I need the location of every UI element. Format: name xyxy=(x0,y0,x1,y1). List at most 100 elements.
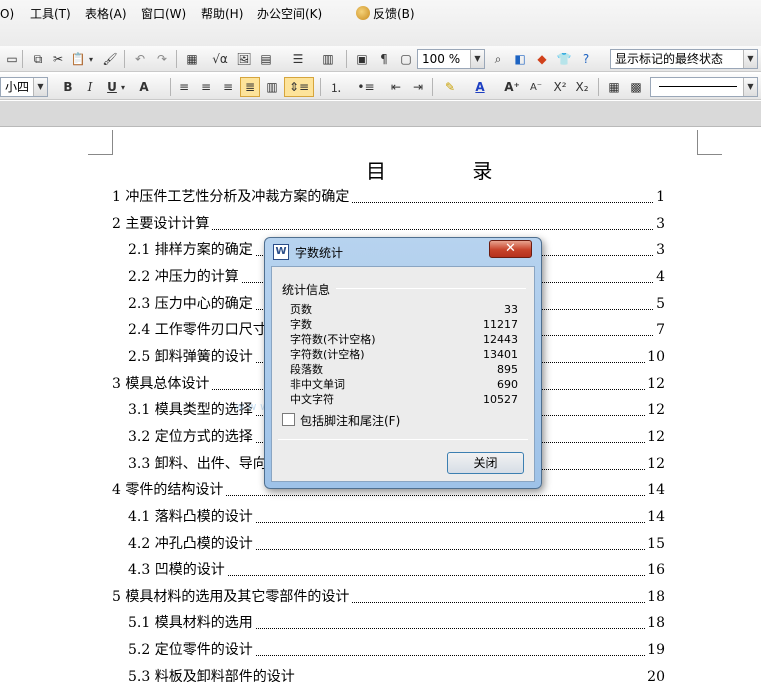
include-footnotes-checkbox[interactable] xyxy=(282,413,295,426)
align-left-icon[interactable]: ≡ xyxy=(174,77,194,97)
insert-picture-icon[interactable]: 🖼 xyxy=(234,49,254,69)
bold-button[interactable]: B xyxy=(58,77,78,97)
toc-page-number: 10 xyxy=(645,346,665,368)
bullet-list-icon[interactable]: •≡ xyxy=(356,77,376,97)
distributed-align-icon[interactable]: ▥ xyxy=(262,77,282,97)
menu-item-label: 工具(T) xyxy=(30,7,71,21)
menu-item[interactable]: 办公空间(K) xyxy=(257,4,322,24)
paste-dropdown-icon[interactable]: ▾ xyxy=(86,49,96,69)
highlight-icon[interactable]: ✎ xyxy=(440,77,460,97)
track-changes-select[interactable]: 显示标记的最终状态 ▼ xyxy=(610,49,758,69)
font-color-icon[interactable]: A xyxy=(470,77,490,97)
columns-icon[interactable]: ☰ xyxy=(288,49,308,69)
toc-entry[interactable]: 5.3 料板及卸料部件的设计 20 xyxy=(0,666,665,682)
toc-entry[interactable]: 1 冲压件工艺性分析及冲裁方案的确定 1 xyxy=(0,186,665,208)
border-style-select[interactable]: ▼ xyxy=(650,77,758,97)
menu-item-label: O) xyxy=(0,7,15,21)
numbered-list-icon[interactable]: ⒈ xyxy=(326,77,346,97)
undo-icon[interactable]: ↶ xyxy=(130,49,150,69)
justify-icon[interactable]: ≣ xyxy=(240,77,260,97)
toc-entry[interactable]: 5.1 模具材料的选用 18 xyxy=(0,612,665,634)
page-corner-mark xyxy=(697,130,722,155)
toc-entry[interactable]: 5.2 定位零件的设计 19 xyxy=(0,639,665,661)
line-spacing-icon[interactable]: ⇕≡ xyxy=(284,77,314,97)
formula-icon[interactable]: √α xyxy=(210,49,230,69)
toolbar-separator xyxy=(320,78,321,96)
chevron-down-icon[interactable]: ▼ xyxy=(743,78,757,96)
close-icon[interactable]: ✕ xyxy=(489,240,532,258)
toc-page-number: 3 xyxy=(654,239,665,261)
subscript-icon[interactable]: X₂ xyxy=(572,77,592,97)
reading-mode-icon[interactable]: ◧ xyxy=(510,49,530,69)
cut-icon[interactable]: ✂ xyxy=(48,49,68,69)
menu-item[interactable]: 表格(A) xyxy=(85,4,127,24)
paragraph-mark-icon[interactable]: ¶ xyxy=(374,49,394,69)
shading-icon[interactable]: ▩ xyxy=(626,77,646,97)
font-size-select[interactable]: 小四 ▼ xyxy=(0,77,48,97)
superscript-icon[interactable]: X² xyxy=(550,77,570,97)
stat-value: 690 xyxy=(497,378,518,391)
stat-value: 13401 xyxy=(483,348,518,361)
include-footnotes-label[interactable]: 包括脚注和尾注(F) xyxy=(300,412,400,429)
toc-page-number: 14 xyxy=(645,479,665,501)
char-shading-icon[interactable]: A xyxy=(134,77,154,97)
menu-item[interactable]: 反馈(B) xyxy=(356,4,415,24)
toc-entry-text: 4.2 冲孔凸模的设计 xyxy=(128,533,255,555)
toc-entry-text: 5 模具材料的选用及其它零部件的设计 xyxy=(112,586,352,608)
toc-entry-text: 4.1 落料凸模的设计 xyxy=(128,506,255,528)
insert-table-icon[interactable]: ▦ xyxy=(182,49,202,69)
menu-item[interactable]: 工具(T) xyxy=(30,4,71,24)
binoculars-icon[interactable]: ⌕ xyxy=(488,49,508,69)
paste-icon[interactable]: 📋 xyxy=(68,49,88,69)
menu-item[interactable]: 帮助(H) xyxy=(201,4,243,24)
dialog-body: 统计信息 页数 33 字数 11217 字符数(不计空格) 12443 字符数(计空格) 13… xyxy=(271,266,535,482)
shrink-font-icon[interactable]: A⁻ xyxy=(526,77,546,97)
stat-row: 页数 33 xyxy=(290,303,518,317)
chevron-down-icon[interactable]: ▼ xyxy=(470,50,484,68)
format-painter-icon[interactable]: 🖌 xyxy=(100,49,120,69)
toc-page-number: 12 xyxy=(645,453,665,475)
redo-icon[interactable]: ↷ xyxy=(152,49,172,69)
print-preview-icon[interactable]: ▣ xyxy=(352,49,372,69)
toc-page-number: 4 xyxy=(654,266,665,288)
zoom-select[interactable]: 100 % ▼ xyxy=(417,49,485,69)
stat-row: 中文字符 10527 xyxy=(290,393,518,407)
align-right-icon[interactable]: ≡ xyxy=(218,77,238,97)
chevron-down-icon[interactable]: ▼ xyxy=(743,50,757,68)
group-divider xyxy=(336,288,526,289)
menu-item[interactable]: O) xyxy=(0,4,14,24)
menu-item-label: 窗口(W) xyxy=(141,7,187,21)
close-button[interactable]: 关闭 xyxy=(447,452,524,474)
copy-icon[interactable]: ⧉ xyxy=(28,49,48,69)
toc-entry-text: 4 零件的结构设计 xyxy=(112,479,226,501)
shirt-icon[interactable]: 👕 xyxy=(554,49,574,69)
chevron-down-icon[interactable]: ▼ xyxy=(33,78,47,96)
grow-font-icon[interactable]: A⁺ xyxy=(502,77,522,97)
template-icon[interactable]: ◆ xyxy=(532,49,552,69)
menu-item[interactable]: 窗口(W) xyxy=(141,4,186,24)
toc-entry[interactable]: 4.2 冲孔凸模的设计 15 xyxy=(0,533,665,555)
borders-icon[interactable]: ▦ xyxy=(604,77,624,97)
toc-entry-text: 2.2 冲压力的计算 xyxy=(128,266,241,288)
dialog-titlebar[interactable]: W 字数统计 ✕ xyxy=(265,238,541,266)
stat-label: 字数 xyxy=(290,318,312,331)
underline-dropdown-icon[interactable]: ▾ xyxy=(118,77,128,97)
toc-entry-text: 2.3 压力中心的确定 xyxy=(128,293,255,315)
stat-row: 段落数 895 xyxy=(290,363,518,377)
stat-value: 12443 xyxy=(483,333,518,346)
toc-entry[interactable]: 5 模具材料的选用及其它零部件的设计 18 xyxy=(0,586,665,608)
page-icon[interactable]: ▢ xyxy=(396,49,416,69)
align-center-icon[interactable]: ≡ xyxy=(196,77,216,97)
menu-bar: O) 工具(T) 表格(A) 窗口(W) 帮助(H) 办公空间(K) 反馈(B) xyxy=(0,0,761,46)
toc-entry[interactable]: 4.3 凹模的设计 16 xyxy=(0,559,665,581)
chart-icon[interactable]: ▥ xyxy=(318,49,338,69)
save-icon[interactable]: ▭ xyxy=(2,49,22,69)
toc-entry[interactable]: 4.1 落料凸模的设计 14 xyxy=(0,506,665,528)
decrease-indent-icon[interactable]: ⇤ xyxy=(386,77,406,97)
help-icon[interactable]: ? xyxy=(576,49,596,69)
toc-page-number: 18 xyxy=(645,586,665,608)
toc-entry[interactable]: 2 主要设计计算 3 xyxy=(0,213,665,235)
increase-indent-icon[interactable]: ⇥ xyxy=(408,77,428,97)
italic-button[interactable]: I xyxy=(80,77,100,97)
grid-icon[interactable]: ▤ xyxy=(256,49,276,69)
